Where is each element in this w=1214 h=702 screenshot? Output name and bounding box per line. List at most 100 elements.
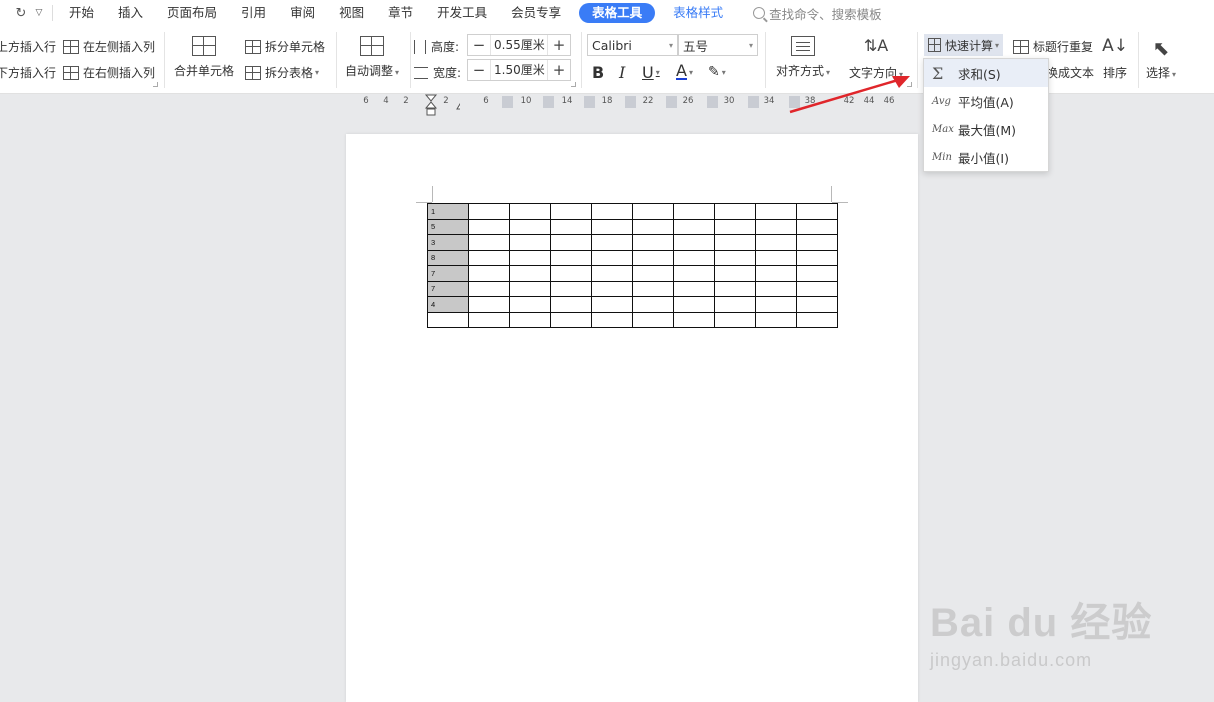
tab-table-tools[interactable]: 表格工具 — [579, 3, 656, 23]
table-cell[interactable] — [632, 234, 674, 251]
table-cell[interactable] — [509, 311, 551, 328]
table-cell[interactable]: 5 — [427, 218, 469, 235]
table-cell[interactable]: 3 — [427, 234, 469, 251]
table-cell[interactable] — [468, 280, 510, 297]
ruler-column-marker[interactable] — [666, 96, 677, 108]
height-value[interactable]: 0.55厘米 — [490, 35, 548, 55]
ruler-column-marker[interactable] — [625, 96, 636, 108]
quick-calc-button[interactable]: 快速计算 ▾ — [924, 34, 1004, 56]
table-cell[interactable] — [673, 280, 715, 297]
table-cell[interactable] — [632, 203, 674, 220]
table-cell[interactable] — [550, 218, 592, 235]
table-cell[interactable] — [509, 218, 551, 235]
split-table-button[interactable]: 拆分表格 ▾ — [245, 64, 319, 81]
indent-marker-icon[interactable] — [424, 94, 460, 118]
table-cell[interactable] — [714, 234, 756, 251]
table-cell[interactable] — [673, 265, 715, 282]
table-cell[interactable] — [755, 311, 797, 328]
table-cell[interactable] — [673, 218, 715, 235]
table-cell[interactable] — [673, 249, 715, 266]
menu-item-average[interactable]: Avg 平均值(A) — [924, 87, 1048, 115]
width-decrement-button[interactable]: − — [468, 60, 490, 80]
menu-item-view[interactable]: 视图 — [327, 0, 376, 26]
table-cell[interactable] — [509, 249, 551, 266]
underline-button[interactable]: U ▾ — [642, 62, 660, 82]
menu-item-min[interactable]: Min 最小值(I) — [924, 143, 1048, 171]
width-increment-button[interactable]: + — [548, 60, 570, 80]
table-cell[interactable]: 1 — [427, 203, 469, 220]
table-cell[interactable] — [591, 296, 633, 313]
table-cell[interactable] — [550, 203, 592, 220]
convert-text-button[interactable]: 换成文本 — [1046, 64, 1094, 81]
table-cell[interactable] — [755, 249, 797, 266]
table-cell[interactable] — [468, 311, 510, 328]
height-stepper[interactable]: − 0.55厘米 + — [467, 34, 571, 56]
table-cell[interactable] — [468, 203, 510, 220]
menu-item-max[interactable]: Max 最大值(M) — [924, 115, 1048, 143]
table-cell[interactable]: 4 — [427, 296, 469, 313]
menu-item-member[interactable]: 会员专享 — [499, 0, 573, 26]
table-cell[interactable] — [591, 249, 633, 266]
table-cell[interactable] — [632, 218, 674, 235]
table-cell[interactable] — [796, 296, 838, 313]
search-box[interactable]: 查找命令、搜索模板 — [753, 4, 882, 23]
document-page[interactable]: 1538774 — [346, 134, 918, 702]
table-cell[interactable] — [714, 218, 756, 235]
table-cell[interactable] — [755, 218, 797, 235]
table-cell[interactable] — [796, 265, 838, 282]
insert-row-below-button[interactable]: 下方插入行 — [0, 64, 56, 81]
table-cell[interactable] — [591, 280, 633, 297]
italic-button[interactable]: I — [619, 62, 625, 82]
table-cell[interactable] — [509, 203, 551, 220]
table-cell[interactable]: 8 — [427, 249, 469, 266]
table-cell[interactable] — [509, 296, 551, 313]
highlight-button[interactable]: ✎ ▾ — [708, 62, 726, 82]
height-increment-button[interactable]: + — [548, 35, 570, 55]
table-cell[interactable] — [509, 234, 551, 251]
table-cell[interactable] — [632, 311, 674, 328]
table-cell[interactable]: 7 — [427, 265, 469, 282]
table-cell[interactable] — [796, 280, 838, 297]
bold-button[interactable]: B — [592, 62, 604, 82]
redo-icon[interactable]: ↻ — [12, 4, 30, 22]
table-cell[interactable] — [550, 249, 592, 266]
table-cell[interactable] — [714, 280, 756, 297]
table-cell[interactable] — [755, 234, 797, 251]
ruler-column-marker[interactable] — [748, 96, 759, 108]
table-cell[interactable] — [591, 203, 633, 220]
table-cell[interactable] — [632, 249, 674, 266]
table-cell[interactable] — [673, 203, 715, 220]
table-cell[interactable] — [755, 265, 797, 282]
table-cell[interactable] — [796, 203, 838, 220]
ruler-column-marker[interactable] — [502, 96, 513, 108]
table-cell[interactable] — [550, 265, 592, 282]
menu-item-start[interactable]: 开始 — [57, 0, 106, 26]
width-stepper[interactable]: − 1.50厘米 + — [467, 59, 571, 81]
document-table[interactable]: 1538774 — [427, 203, 838, 328]
font-color-button[interactable]: A ▾ — [676, 62, 693, 82]
table-cell[interactable] — [468, 296, 510, 313]
table-cell[interactable] — [755, 203, 797, 220]
insert-col-right-button[interactable]: 在右侧插入列 — [63, 64, 155, 81]
group-launcher-icon[interactable] — [571, 82, 576, 87]
table-cell[interactable] — [714, 249, 756, 266]
table-cell[interactable] — [796, 311, 838, 328]
menu-item-developer[interactable]: 开发工具 — [425, 0, 499, 26]
table-cell[interactable] — [673, 234, 715, 251]
table-cell[interactable] — [714, 203, 756, 220]
table-cell[interactable] — [550, 234, 592, 251]
table-cell[interactable] — [509, 280, 551, 297]
insert-col-left-button[interactable]: 在左侧插入列 — [63, 38, 155, 55]
select-button[interactable]: ⬉ 选择 ▾ — [1146, 36, 1176, 81]
insert-row-above-button[interactable]: 上方插入行 — [0, 38, 56, 55]
table-cell[interactable] — [714, 311, 756, 328]
table-cell[interactable] — [796, 218, 838, 235]
ruler-column-marker[interactable] — [584, 96, 595, 108]
table-cell[interactable] — [632, 280, 674, 297]
table-cell[interactable] — [468, 218, 510, 235]
split-cells-button[interactable]: 拆分单元格 — [245, 38, 325, 55]
table-cell[interactable] — [509, 265, 551, 282]
table-cell[interactable] — [591, 234, 633, 251]
quick-access-dropdown-icon[interactable]: ▽ — [30, 4, 48, 22]
menu-item-sum[interactable]: Σ 求和(S) — [924, 59, 1048, 87]
